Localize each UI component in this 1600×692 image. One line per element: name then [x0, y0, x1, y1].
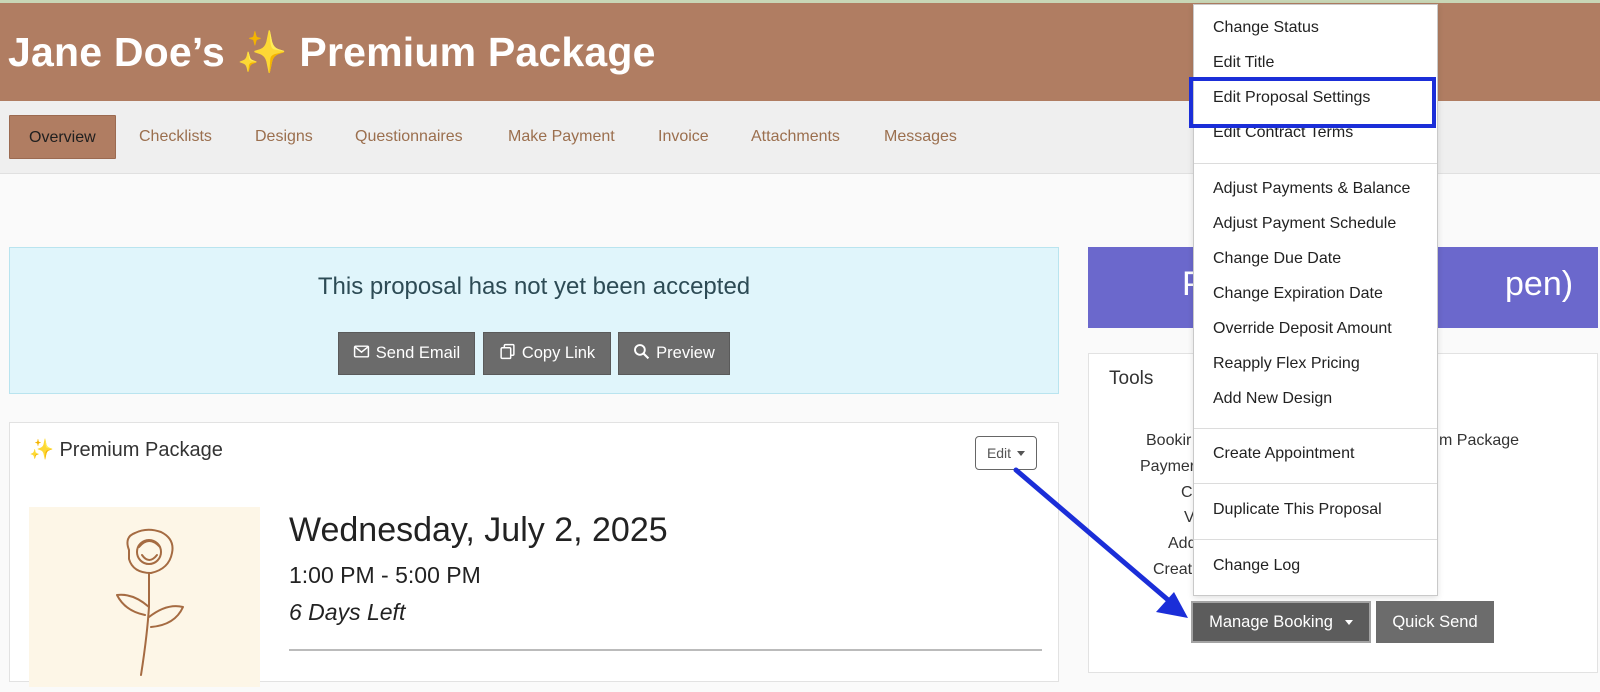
menu-item-change-due-date[interactable]: Change Due Date — [1213, 250, 1341, 268]
menu-divider — [1194, 483, 1437, 484]
menu-item-duplicate-proposal[interactable]: Duplicate This Proposal — [1213, 501, 1382, 519]
menu-item-change-expiration-date[interactable]: Change Expiration Date — [1213, 285, 1383, 303]
tab-overview[interactable]: Overview — [9, 115, 116, 159]
send-email-button[interactable]: Send Email — [338, 332, 475, 375]
copy-link-label: Copy Link — [521, 344, 596, 362]
tools-row-label: Paymer — [1140, 458, 1196, 475]
menu-item-reapply-flex-pricing[interactable]: Reapply Flex Pricing — [1213, 355, 1360, 373]
tools-row-label: C — [1181, 484, 1193, 501]
tab-messages[interactable]: Messages — [884, 115, 957, 159]
caret-down-icon — [1344, 619, 1353, 625]
menu-divider — [1194, 428, 1437, 429]
menu-item-adjust-payment-schedule[interactable]: Adjust Payment Schedule — [1213, 215, 1396, 233]
tab-invoice[interactable]: Invoice — [658, 115, 709, 159]
preview-button[interactable]: Preview — [618, 332, 730, 375]
tab-designs[interactable]: Designs — [255, 115, 313, 159]
edit-label: Edit — [986, 445, 1012, 461]
menu-divider — [1194, 539, 1437, 540]
menu-divider — [1194, 163, 1437, 164]
menu-item-adjust-payments[interactable]: Adjust Payments & Balance — [1213, 180, 1410, 198]
tools-row-label: Bookir — [1146, 432, 1192, 449]
preview-label: Preview — [656, 344, 715, 362]
tab-make-payment[interactable]: Make Payment — [508, 115, 615, 159]
copy-link-button[interactable]: Copy Link — [483, 332, 611, 375]
tab-checklists[interactable]: Checklists — [139, 115, 212, 159]
menu-item-create-appointment[interactable]: Create Appointment — [1213, 445, 1354, 463]
rose-icon — [116, 528, 184, 676]
send-email-label: Send Email — [375, 344, 461, 362]
alert-message: This proposal has not yet been accepted — [317, 273, 751, 300]
copy-icon — [499, 343, 516, 365]
tools-row-label: Creat — [1153, 561, 1193, 578]
tools-heading: Tools — [1109, 368, 1154, 389]
package-title: ✨ Premium Package — [29, 439, 223, 461]
proposal-status-alert: This proposal has not yet been accepted … — [9, 247, 1059, 394]
manage-booking-label: Manage Booking — [1209, 612, 1333, 631]
quick-send-button[interactable]: Quick Send — [1376, 601, 1494, 643]
tools-row-value: m Package — [1439, 432, 1520, 449]
highlight-box — [1189, 77, 1436, 128]
event-time: 1:00 PM - 5:00 PM — [289, 562, 481, 588]
menu-item-change-status[interactable]: Change Status — [1213, 19, 1319, 37]
divider — [289, 649, 1042, 651]
package-edit-dropdown[interactable]: Edit — [975, 436, 1037, 470]
package-image — [29, 507, 260, 687]
menu-item-add-new-design[interactable]: Add New Design — [1213, 390, 1332, 408]
package-card: ✨ Premium Package Edit Wednesday, July 2… — [9, 422, 1059, 687]
event-date: Wednesday, July 2, 2025 — [289, 511, 668, 549]
tab-questionnaires[interactable]: Questionnaires — [355, 115, 463, 159]
menu-item-change-log[interactable]: Change Log — [1213, 557, 1300, 575]
manage-booking-button[interactable]: Manage Booking — [1191, 601, 1371, 643]
page-title: Jane Doe’s ✨ Premium Package — [8, 29, 656, 75]
menu-item-edit-title[interactable]: Edit Title — [1213, 54, 1274, 72]
menu-item-override-deposit[interactable]: Override Deposit Amount — [1213, 320, 1392, 338]
tab-attachments[interactable]: Attachments — [751, 115, 840, 159]
envelope-icon — [353, 343, 370, 365]
caret-down-icon — [1017, 450, 1026, 456]
status-banner-text-right: pen) — [1505, 265, 1574, 303]
days-left: 6 Days Left — [289, 599, 406, 625]
search-icon — [633, 343, 650, 365]
